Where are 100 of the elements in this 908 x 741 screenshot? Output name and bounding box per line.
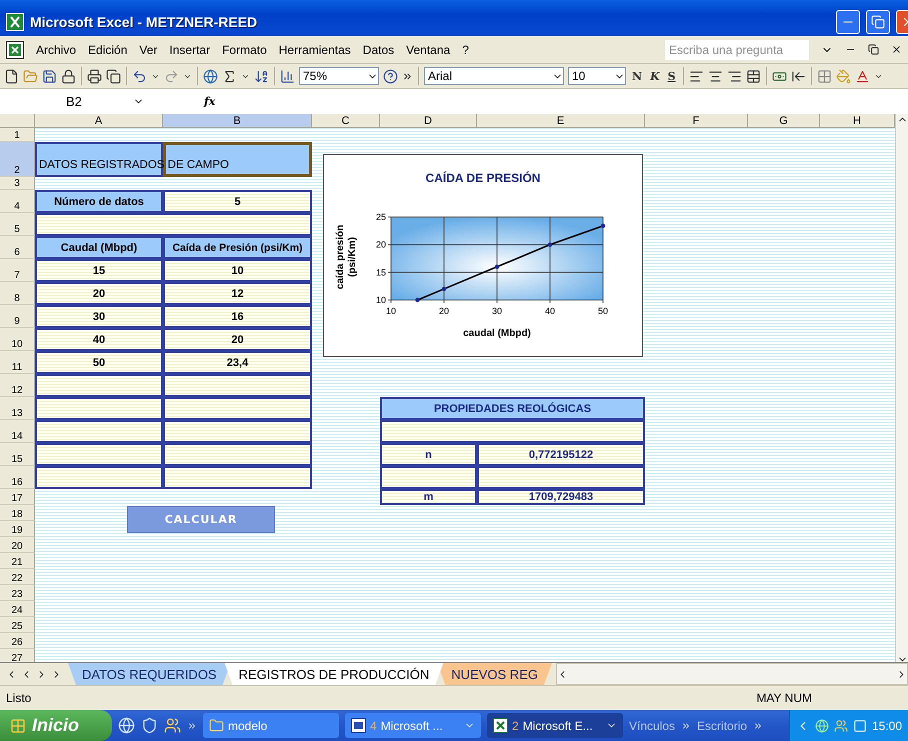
row-header[interactable]: 9 — [0, 305, 35, 328]
row-header[interactable]: 15 — [0, 443, 35, 466]
selected-cell[interactable] — [163, 142, 312, 177]
column-header[interactable]: G — [748, 114, 820, 128]
row-header[interactable]: 22 — [0, 569, 35, 585]
save-icon[interactable] — [42, 68, 57, 84]
bar-chart-icon[interactable] — [280, 68, 295, 84]
row-header[interactable]: 10 — [0, 328, 35, 351]
row-header[interactable]: 5 — [0, 213, 35, 236]
menu-item[interactable]: Archivo — [36, 42, 76, 56]
align-center-icon[interactable] — [708, 68, 723, 84]
new-file-icon[interactable] — [4, 68, 19, 84]
menu-item[interactable]: ? — [462, 42, 469, 56]
more-icon[interactable] — [753, 720, 764, 730]
table-cell: 40 — [35, 328, 163, 351]
row-header[interactable]: 25 — [0, 617, 35, 633]
fill-color-icon[interactable] — [836, 68, 851, 84]
close-icon[interactable] — [891, 44, 902, 55]
people-icon[interactable] — [164, 717, 181, 734]
menu-item[interactable]: Insertar — [169, 42, 210, 56]
borders-icon[interactable] — [816, 68, 832, 84]
row-header[interactable]: 20 — [0, 537, 35, 553]
font-dropdown[interactable]: Arial — [424, 67, 564, 85]
format-button[interactable]: S — [666, 70, 678, 82]
copy-icon[interactable] — [106, 68, 121, 84]
row-header[interactable]: 18 — [0, 505, 35, 521]
row-header[interactable]: 12 — [0, 374, 35, 397]
row-header[interactable]: 19 — [0, 521, 35, 537]
align-left-icon[interactable] — [688, 68, 704, 84]
column-header[interactable]: E — [477, 114, 645, 128]
menu-item[interactable]: Edición — [88, 42, 128, 56]
font-color-icon[interactable] — [854, 68, 870, 84]
column-header[interactable]: B — [163, 114, 312, 128]
row-header[interactable]: 3 — [0, 177, 35, 190]
taskbar-button[interactable]: 4 Microsoft ... — [345, 713, 481, 738]
name-box[interactable]: B2 — [0, 92, 150, 112]
globe-icon[interactable] — [203, 68, 218, 84]
row-header[interactable]: 8 — [0, 282, 35, 305]
taskbar-button[interactable]: 2 Microsoft E... — [487, 713, 623, 738]
merge-cells-icon[interactable] — [746, 68, 761, 84]
tray-app-icon[interactable] — [852, 718, 867, 732]
shield-icon[interactable] — [141, 717, 158, 734]
format-button[interactable]: N — [630, 70, 644, 82]
lock-icon[interactable] — [61, 68, 76, 84]
decrease-indent-icon[interactable] — [790, 68, 806, 84]
column-header[interactable]: D — [380, 114, 477, 128]
menu-item[interactable]: Datos — [362, 42, 394, 56]
more-icon[interactable] — [187, 720, 197, 730]
undo-icon[interactable] — [132, 68, 147, 84]
menu-item[interactable]: Formato — [222, 42, 267, 56]
restore-icon[interactable] — [868, 44, 879, 55]
column-header[interactable]: H — [820, 114, 895, 128]
menu-item[interactable]: Herramientas — [278, 42, 351, 56]
row-header[interactable]: 2 — [0, 142, 35, 177]
document-app-icon[interactable] — [351, 718, 366, 733]
function-button[interactable]: fx — [204, 95, 216, 108]
data-point — [548, 242, 552, 247]
sigma-icon[interactable] — [222, 68, 237, 84]
toolbar-label[interactable]: Vínculos — [629, 718, 676, 732]
font-size-dropdown[interactable]: 10 — [568, 67, 626, 85]
spreadsheet-doc-icon[interactable] — [6, 40, 24, 58]
zoom-dropdown[interactable]: 75% — [299, 67, 379, 85]
row-header[interactable]: 1 — [0, 128, 35, 142]
sort-icon[interactable] — [254, 68, 269, 84]
row-header[interactable]: 7 — [0, 259, 35, 282]
network-icon[interactable] — [814, 718, 829, 732]
row-header[interactable]: 11 — [0, 351, 35, 374]
row-header[interactable]: 4 — [0, 190, 35, 213]
axis-tick-label: 10 — [386, 306, 396, 316]
format-button[interactable]: K — [648, 70, 662, 82]
print-icon[interactable] — [87, 68, 102, 84]
align-right-icon[interactable] — [726, 68, 742, 84]
row-header[interactable]: 16 — [0, 466, 35, 489]
spreadsheet-app-icon[interactable] — [493, 718, 508, 733]
row-header[interactable]: 6 — [0, 236, 35, 259]
row-header[interactable]: 27 — [0, 649, 35, 662]
table-cell: 16 — [163, 305, 312, 328]
menu-item[interactable]: Ver — [139, 42, 158, 56]
folder-icon[interactable] — [209, 718, 224, 733]
toolbar-label[interactable]: Escritorio — [697, 718, 748, 732]
more-icon[interactable] — [681, 720, 692, 730]
row-header[interactable]: 17 — [0, 489, 35, 505]
restore-button[interactable] — [866, 10, 890, 34]
column-header[interactable]: A — [35, 114, 163, 128]
minimize-button[interactable] — [836, 10, 860, 34]
row-header[interactable]: 13 — [0, 397, 35, 420]
column-header[interactable]: F — [645, 114, 748, 128]
row-header[interactable]: 21 — [0, 553, 35, 569]
taskbar-button[interactable]: modelo — [203, 713, 339, 738]
help-icon[interactable] — [383, 68, 398, 84]
row-header[interactable]: 14 — [0, 420, 35, 443]
column-header[interactable]: C — [312, 114, 380, 128]
row-header[interactable]: 23 — [0, 585, 35, 601]
row-header[interactable]: 24 — [0, 601, 35, 617]
sheet-tab[interactable]: REGISTROS DE PRODUCCIÓN — [224, 663, 444, 685]
menu-item[interactable]: Ventana — [406, 42, 450, 56]
data-point — [415, 298, 420, 302]
row-header[interactable]: 26 — [0, 633, 35, 649]
help-search-field[interactable]: Escriba una pregunta — [665, 40, 809, 60]
browser-icon[interactable] — [118, 717, 135, 734]
